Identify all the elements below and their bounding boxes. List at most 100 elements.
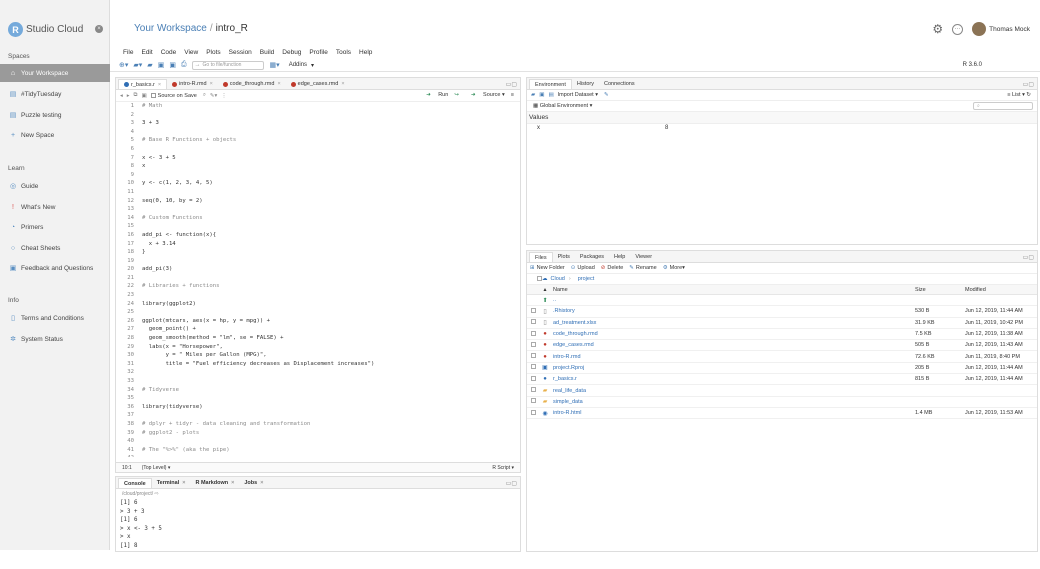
code-line[interactable] — [142, 188, 374, 197]
tab-help[interactable]: Help — [609, 252, 630, 262]
table-row[interactable]: ● intro-R.rmd 72.6 KB Jun 11, 2019, 8:40 PM — [527, 351, 1037, 363]
file-name-link[interactable]: simple_data — [551, 399, 915, 405]
tab-packages[interactable]: Packages — [575, 252, 609, 262]
file-name-link[interactable]: ad_treatment.xlsx — [551, 320, 915, 326]
new-folder-button[interactable]: ⊞ New Folder — [530, 265, 565, 271]
code-area[interactable]: 1 2 3 4 5 6 7 8 9 10 11 12 13 14 15 16 17 18 19 20 21 22 23 24 2… — [116, 102, 520, 457]
sidebar-item-tidytuesday[interactable]: ▤ #TidyTuesday — [0, 85, 110, 103]
tab-code-through[interactable]: code_through.rmd × — [218, 79, 286, 89]
menu-file[interactable]: File — [123, 49, 133, 56]
tab-r-basics[interactable]: r_basics.r × — [118, 79, 168, 90]
scope-selector[interactable]: (Top Level) ▾ — [142, 465, 171, 471]
table-row[interactable]: ▣ project.Rproj 205 B Jun 12, 2019, 11:44 A… — [527, 363, 1037, 375]
code-line[interactable]: # Custom Functions — [142, 214, 374, 223]
file-name-link[interactable]: edge_cases.rmd — [551, 342, 915, 348]
code-line[interactable]: # The "%>%" (aka the pipe) — [142, 446, 374, 455]
menu-debug[interactable]: Debug — [282, 49, 301, 56]
tab-viewer[interactable]: Viewer — [630, 252, 657, 262]
file-name-link[interactable]: .Rhistory — [551, 308, 915, 314]
sidebar-item-system-status[interactable]: ✲ System Status — [0, 330, 110, 348]
close-tab-icon[interactable]: × — [341, 79, 344, 89]
row-checkbox[interactable] — [527, 353, 539, 360]
code-line[interactable] — [142, 368, 374, 377]
sidebar-item-whats-new[interactable]: ! What's New — [0, 198, 110, 216]
close-tab-icon[interactable]: × — [231, 478, 234, 488]
column-name[interactable]: Name — [551, 287, 915, 293]
close-tab-icon[interactable]: × — [158, 80, 161, 90]
menu-view[interactable]: View — [184, 49, 198, 56]
maximize-pane-icon[interactable]: ▭▢ — [506, 480, 517, 487]
avatar[interactable] — [972, 22, 987, 36]
code-line[interactable] — [142, 145, 374, 154]
code-line[interactable] — [142, 222, 374, 231]
save-icon[interactable]: ▣ — [158, 61, 165, 69]
wand-icon[interactable]: ✎▾ — [210, 93, 217, 99]
close-sidebar-icon[interactable]: × — [95, 25, 103, 33]
open-project-icon[interactable]: ▰▾ — [133, 61, 142, 69]
table-row[interactable]: ▯ .Rhistory 530 B Jun 12, 2019, 11:44 AM — [527, 306, 1037, 318]
go-to-directory-icon[interactable]: ⇨ — [155, 491, 159, 497]
more-dropdown[interactable]: ⚙ More ▾ — [663, 265, 685, 271]
row-checkbox[interactable] — [527, 330, 539, 338]
tab-intro-r[interactable]: intro-R.rmd × — [167, 79, 218, 89]
row-checkbox[interactable] — [527, 375, 539, 383]
code-line[interactable] — [142, 308, 374, 317]
row-checkbox[interactable] — [527, 398, 539, 405]
code-line[interactable]: library(tidyverse) — [142, 403, 374, 412]
menu-plots[interactable]: Plots — [206, 49, 220, 56]
row-checkbox[interactable] — [527, 364, 539, 371]
table-row[interactable]: ▰ real_life_data — [527, 385, 1037, 397]
open-workspace-icon[interactable]: ▰ — [531, 92, 535, 98]
menu-build[interactable]: Build — [260, 49, 274, 56]
tab-r-markdown[interactable]: R Markdown × — [190, 478, 239, 488]
maximize-pane-icon[interactable]: ▭▢ — [1023, 254, 1034, 261]
code-line[interactable]: } — [142, 248, 374, 257]
sidebar-item-terms[interactable]: ▯ Terms and Conditions — [0, 309, 110, 327]
file-type-selector[interactable]: R Script ▾ — [492, 465, 514, 471]
code-line[interactable] — [142, 257, 374, 266]
code-line[interactable]: ggplot(mtcars, aes(x = hp, y = mpg)) + — [142, 317, 374, 326]
column-modified[interactable]: Modified — [965, 287, 1035, 293]
open-file-icon[interactable]: ▰ — [147, 61, 152, 69]
table-row[interactable]: ◉ intro-R.html 1.4 MB Jun 12, 2019, 11:53 A… — [527, 408, 1037, 420]
search-icon[interactable]: ⌕ — [203, 92, 206, 99]
code-line[interactable]: # Libraries + functions — [142, 282, 374, 291]
source-on-save-checkbox[interactable] — [150, 93, 156, 98]
print-icon[interactable]: ⎙ — [181, 61, 187, 69]
sidebar-item-feedback[interactable]: ▣ Feedback and Questions — [0, 259, 110, 277]
more-options-icon[interactable]: ··· — [952, 23, 964, 35]
menu-profile[interactable]: Profile — [309, 49, 327, 56]
sidebar-item-new-space[interactable]: + New Space — [0, 126, 110, 144]
tab-edge-cases[interactable]: edge_cases.rmd × — [286, 79, 350, 89]
row-checkbox[interactable] — [527, 387, 539, 394]
file-name-link[interactable]: intro-R.html — [551, 410, 915, 416]
code-line[interactable]: add_pi(3) — [142, 265, 374, 274]
maximize-pane-icon[interactable]: ▭▢ — [506, 81, 517, 88]
sidebar-item-puzzle-testing[interactable]: ▤ Puzzle testing — [0, 106, 110, 124]
menu-tools[interactable]: Tools — [336, 49, 351, 56]
close-tab-icon[interactable]: × — [182, 478, 185, 488]
code-line[interactable]: x + 3.14 — [142, 240, 374, 249]
env-variable-row[interactable]: x 8 — [527, 124, 1037, 132]
breadcrumb-project[interactable]: project — [578, 276, 595, 282]
new-file-icon[interactable]: ⊕▾ — [119, 61, 128, 69]
user-name[interactable]: Thomas Mock — [989, 26, 1030, 33]
tab-connections[interactable]: Connections — [599, 79, 640, 89]
workspace-panes-icon[interactable]: ▦▾ — [270, 61, 280, 69]
table-row[interactable]: ● r_basics.r 815 B Jun 12, 2019, 11:44 AM — [527, 374, 1037, 386]
code-line[interactable] — [142, 128, 374, 137]
table-row[interactable]: ▰ simple_data — [527, 397, 1037, 408]
code-line[interactable]: # Base R Functions + objects — [142, 136, 374, 145]
sidebar-item-primers[interactable]: ◔ Primers — [0, 218, 110, 236]
tab-terminal[interactable]: Terminal × — [152, 478, 191, 488]
table-row[interactable]: ● code_through.rmd 7.5 KB Jun 12, 2019, 11:… — [527, 329, 1037, 341]
rename-button[interactable]: ✎ Rename — [629, 265, 656, 271]
code-line[interactable]: # Tidyverse — [142, 386, 374, 395]
code-line[interactable]: 3 + 3 — [142, 119, 374, 128]
save-all-icon[interactable]: ▣ — [169, 61, 176, 69]
close-tab-icon[interactable]: × — [210, 79, 213, 89]
tab-history[interactable]: History — [572, 79, 599, 89]
code-line[interactable] — [142, 274, 374, 283]
clear-workspace-icon[interactable]: ✎ — [604, 92, 609, 98]
view-mode-dropdown[interactable]: ≡ List ▾ ↻ — [1007, 92, 1031, 98]
